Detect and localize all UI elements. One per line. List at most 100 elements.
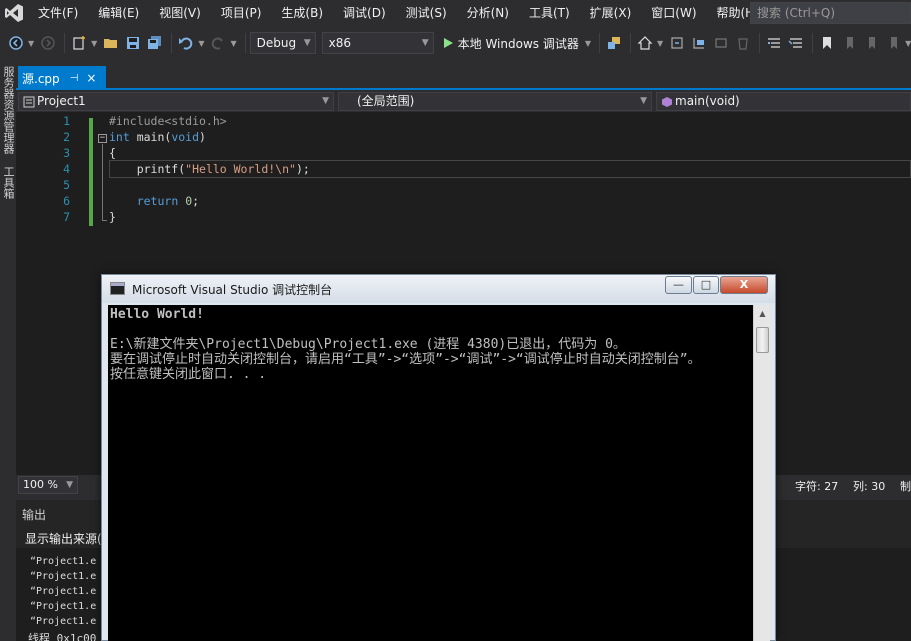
bookmark-icon[interactable] bbox=[817, 33, 837, 53]
start-debugging-button[interactable]: 本地 Windows 调试器 ▼ bbox=[442, 32, 595, 54]
close-button[interactable]: X bbox=[720, 276, 768, 294]
console-title-bar[interactable]: Microsoft Visual Studio 调试控制台 — □ X bbox=[102, 275, 775, 303]
code-text: int main(void) bbox=[109, 130, 206, 144]
visual-studio-logo-icon bbox=[5, 4, 23, 22]
scroll-up-icon[interactable]: ▲ bbox=[755, 306, 770, 322]
line-number: 3 bbox=[63, 146, 70, 160]
redo-icon[interactable] bbox=[208, 33, 228, 53]
side-tool-windows: 服务器资源管理器 工具箱 bbox=[0, 60, 16, 641]
toolbar-separator bbox=[171, 33, 173, 53]
close-icon[interactable]: × bbox=[86, 71, 96, 85]
platform-value: x86 bbox=[328, 36, 351, 50]
toolbar-separator bbox=[598, 33, 600, 53]
step-over-icon[interactable] bbox=[711, 33, 731, 53]
line-number: 7 bbox=[63, 210, 70, 224]
home-dropdown-icon[interactable]: ▼ bbox=[657, 39, 663, 48]
navigate-back-icon[interactable] bbox=[6, 33, 26, 53]
toolbox-tab[interactable]: 工具箱 bbox=[0, 160, 16, 205]
save-all-icon[interactable] bbox=[145, 33, 165, 53]
minimize-button[interactable]: — bbox=[665, 276, 692, 294]
member-select[interactable]: main(void) bbox=[656, 92, 911, 111]
menu-item[interactable]: 窗口(W) bbox=[641, 0, 706, 26]
console-line: 要在调试停止时自动关闭控制台，请启用“工具”->“选项”->“调试”->“调试停… bbox=[110, 352, 701, 367]
output-line: “Project1.e bbox=[30, 616, 97, 627]
menu-item[interactable]: 分析(N) bbox=[457, 0, 519, 26]
line-number: 6 bbox=[63, 194, 70, 208]
solution-platform-select[interactable]: x86 ▼ bbox=[321, 32, 434, 54]
project-value: Project1 bbox=[37, 94, 86, 108]
uncomment-lines-icon[interactable] bbox=[786, 33, 806, 53]
code-token: int bbox=[109, 130, 130, 144]
open-folder-icon[interactable] bbox=[101, 33, 121, 53]
code-text: return 0; bbox=[136, 194, 200, 208]
navigate-forward-icon[interactable] bbox=[38, 33, 58, 53]
toolbar-separator bbox=[244, 33, 246, 53]
undo-dropdown-icon[interactable]: ▼ bbox=[198, 39, 204, 48]
console-line: 按任意键关闭此窗口. . . bbox=[110, 367, 267, 382]
tab-mode-indicator: 制 bbox=[900, 480, 911, 493]
chevron-down-icon: ▼ bbox=[303, 38, 311, 48]
clear-bookmarks-icon[interactable] bbox=[883, 33, 903, 53]
character-position: 字符: 27 bbox=[795, 480, 839, 493]
undo-icon[interactable] bbox=[176, 33, 196, 53]
scrollbar-thumb[interactable] bbox=[756, 327, 769, 353]
menu-item[interactable]: 文件(F) bbox=[28, 0, 88, 26]
menu-item[interactable]: 生成(B) bbox=[271, 0, 333, 26]
attach-process-icon[interactable] bbox=[604, 33, 624, 53]
tab-label: 源.cpp bbox=[22, 71, 60, 86]
toggle-icon[interactable] bbox=[667, 33, 687, 53]
menu-item[interactable]: 视图(V) bbox=[149, 0, 211, 26]
play-icon bbox=[443, 38, 453, 48]
menu-item[interactable]: 扩展(X) bbox=[580, 0, 642, 26]
console-output[interactable]: Hello World! E:\新建文件夹\Project1\Debug\Pro… bbox=[108, 305, 753, 641]
line-number: 5 bbox=[63, 178, 70, 192]
pin-icon[interactable]: ⊣ bbox=[70, 73, 79, 84]
solution-configuration-select[interactable]: Debug ▼ bbox=[249, 32, 316, 54]
debug-console-window[interactable]: Microsoft Visual Studio 调试控制台 — □ X Hell… bbox=[101, 274, 776, 641]
menu-item[interactable]: 测试(S) bbox=[396, 0, 457, 26]
delete-icon[interactable] bbox=[733, 33, 753, 53]
code-line: 4 printf("Hello World!\n"); bbox=[16, 161, 911, 177]
chevron-down-icon: ▼ bbox=[66, 480, 73, 490]
zoom-select[interactable]: 100 % ▼ bbox=[18, 476, 78, 494]
next-bookmark-icon[interactable] bbox=[861, 33, 881, 53]
code-text: #include<stdio.h> bbox=[109, 114, 227, 128]
member-value: main(void) bbox=[675, 94, 740, 108]
toolbar-options-icon[interactable]: ▼ bbox=[905, 39, 911, 48]
search-input[interactable]: 搜索 (Ctrl+Q) bbox=[750, 2, 911, 24]
menu-item[interactable]: 编辑(E) bbox=[88, 0, 149, 26]
redo-dropdown-icon[interactable]: ▼ bbox=[230, 39, 236, 48]
zoom-value: 100 % bbox=[23, 478, 58, 491]
back-dropdown-icon[interactable]: ▼ bbox=[28, 39, 34, 48]
home-icon[interactable] bbox=[635, 33, 655, 53]
navigation-bar: Project1 ▼ (全局范围) ▼ main(void) bbox=[16, 91, 911, 112]
chevron-down-icon: ▼ bbox=[322, 96, 329, 106]
scope-value: (全局范围) bbox=[357, 94, 415, 108]
new-project-icon[interactable] bbox=[69, 33, 89, 53]
menu-item[interactable]: 项目(P) bbox=[211, 0, 272, 26]
step-into-icon[interactable] bbox=[689, 33, 709, 53]
comment-lines-icon[interactable] bbox=[764, 33, 784, 53]
toolbar-separator bbox=[759, 33, 761, 53]
menu-item[interactable]: 调试(D) bbox=[333, 0, 396, 26]
menu-items: 文件(F) 编辑(E) 视图(V) 项目(P) 生成(B) 调试(D) 测试(S) 分析(N)… bbox=[28, 0, 769, 26]
debugger-dropdown-icon[interactable]: ▼ bbox=[585, 39, 591, 48]
tab-source-cpp[interactable]: 源.cpp ⊣ × bbox=[18, 66, 106, 90]
previous-bookmark-icon[interactable] bbox=[839, 33, 859, 53]
menu-bar: 文件(F) 编辑(E) 视图(V) 项目(P) 生成(B) 调试(D) 测试(S) 分析(N)… bbox=[0, 0, 911, 26]
maximize-button[interactable]: □ bbox=[693, 276, 719, 294]
console-line: Hello World! bbox=[110, 307, 204, 322]
console-scrollbar[interactable]: ▲ bbox=[753, 305, 770, 641]
code-line: 6 return 0; bbox=[16, 193, 911, 209]
code-token: return bbox=[136, 194, 179, 208]
save-icon[interactable] bbox=[123, 33, 143, 53]
project-select[interactable]: Project1 ▼ bbox=[18, 92, 334, 111]
output-line: “Project1.e bbox=[30, 586, 97, 597]
new-dropdown-icon[interactable]: ▼ bbox=[91, 39, 97, 48]
server-explorer-tab[interactable]: 服务器资源管理器 bbox=[0, 60, 16, 160]
scope-select[interactable]: (全局范围) ▼ bbox=[338, 92, 652, 111]
code-token: "Hello World!\n" bbox=[185, 162, 296, 176]
menu-item[interactable]: 工具(T) bbox=[519, 0, 580, 26]
code-text: { bbox=[109, 146, 116, 160]
